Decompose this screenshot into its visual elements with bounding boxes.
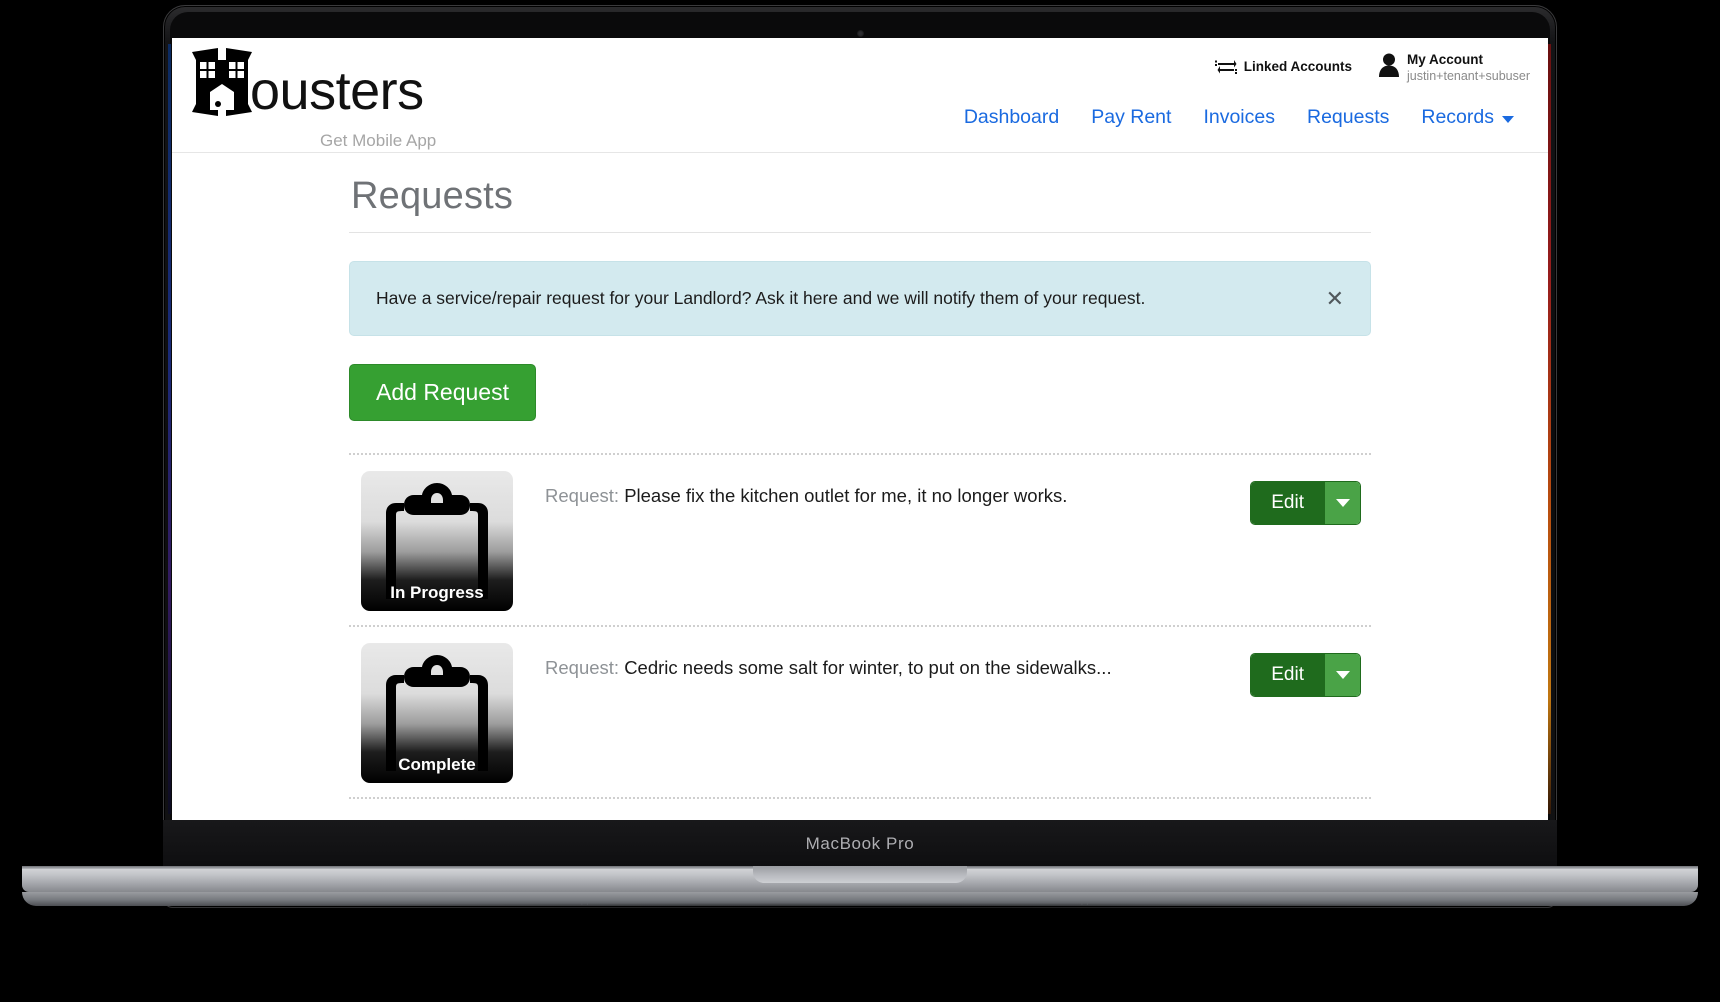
nav-label-records: Records [1421, 106, 1494, 128]
nav-label-pay-rent: Pay Rent [1091, 106, 1172, 128]
edit-button-group: Edit [1250, 653, 1361, 697]
request-label: Request: [545, 485, 620, 506]
content-container: Requests Have a service/repair request f… [349, 153, 1371, 820]
chevron-down-icon [1502, 115, 1514, 123]
get-mobile-app-link[interactable]: Get Mobile App [320, 131, 436, 151]
nav-item-invoices[interactable]: Invoices [1187, 100, 1291, 135]
request-text: Cedric needs some salt for winter, to pu… [624, 657, 1112, 678]
linked-accounts-label: Linked Accounts [1243, 58, 1352, 74]
site-header: ousters Get Mobile App Linked Accounts M… [172, 38, 1548, 153]
requests-list: In Progress Request: Please fix the kitc… [349, 453, 1371, 820]
nav-item-requests[interactable]: Requests [1291, 100, 1405, 135]
brand-name: ousters [250, 61, 424, 121]
edit-button[interactable]: Edit [1251, 482, 1324, 524]
table-row: PDF Request: Change batteries in smoke d… [349, 797, 1371, 820]
nav-label-requests: Requests [1306, 106, 1390, 128]
info-alert: Have a service/repair request for your L… [349, 261, 1371, 336]
page-title: Requests [351, 175, 514, 217]
status-badge: In Progress [390, 583, 484, 602]
browser-viewport: ousters Get Mobile App Linked Accounts M… [172, 38, 1548, 820]
user-avatar-icon [1378, 53, 1399, 77]
alert-message: Have a service/repair request for your L… [376, 288, 1146, 308]
chevron-down-icon [1335, 671, 1350, 679]
account-text-group: My Account justin+tenant+subuser [1407, 52, 1530, 83]
laptop-shadow [60, 903, 1660, 913]
main-content: Requests Have a service/repair request f… [172, 153, 1548, 820]
request-text: Please fix the kitchen outlet for me, it… [624, 485, 1068, 506]
my-account-button[interactable]: My Account justin+tenant+subuser [1378, 52, 1530, 83]
screenshot-stage: ousters Get Mobile App Linked Accounts M… [0, 0, 1720, 1002]
edit-button-group: Edit [1250, 481, 1361, 525]
edit-dropdown-toggle[interactable] [1324, 654, 1360, 696]
nav-item-records[interactable]: Records [1405, 100, 1530, 135]
request-thumbnail-cell: Complete [349, 643, 545, 783]
request-actions-cell: Edit [1221, 643, 1371, 697]
header-right-group: Linked Accounts My Account justin+tenant… [1214, 52, 1530, 83]
account-title: My Account [1406, 52, 1483, 67]
request-thumbnail-cell: In Progress [349, 471, 545, 611]
account-username: justin+tenant+subuser [1406, 68, 1530, 83]
status-badge: Complete [398, 755, 476, 774]
device-label: MacBook Pro [805, 834, 915, 853]
table-row: In Progress Request: Please fix the kitc… [349, 453, 1371, 625]
nav-label-invoices: Invoices [1203, 106, 1275, 128]
main-navigation: Dashboard Pay Rent Invoices Requests Rec… [948, 100, 1530, 135]
nav-item-dashboard[interactable]: Dashboard [948, 100, 1075, 135]
screen-edge-glow-right [1548, 44, 1551, 814]
base-vent-mark-right: ·· [1080, 898, 1092, 910]
clipboard-thumbnail[interactable]: In Progress [361, 471, 513, 611]
nav-label-dashboard: Dashboard [963, 106, 1060, 128]
base-vent-mark-left: ·· [580, 898, 592, 910]
clipboard-thumbnail[interactable]: Complete [361, 643, 513, 783]
houster-h-logo-icon [192, 48, 252, 116]
request-text-cell: Request: Please fix the kitchen outlet f… [545, 471, 1221, 507]
linked-accounts-button[interactable]: Linked Accounts [1214, 58, 1352, 74]
nav-item-pay-rent[interactable]: Pay Rent [1075, 100, 1187, 135]
request-text-cell: Request: Cedric needs some salt for wint… [545, 643, 1221, 679]
edit-button[interactable]: Edit [1251, 654, 1324, 696]
screen-edge-glow-left [168, 44, 171, 814]
close-icon[interactable]: ✕ [1322, 284, 1348, 314]
title-divider [349, 232, 1371, 233]
request-actions-cell: Edit [1221, 471, 1371, 525]
edit-dropdown-toggle[interactable] [1324, 482, 1360, 524]
webcam-icon [856, 30, 864, 37]
add-request-button[interactable]: Add Request [349, 364, 536, 421]
request-label: Request: [545, 657, 620, 678]
laptop-base-notch [753, 866, 967, 883]
chevron-down-icon [1335, 499, 1350, 507]
laptop-bottom-bezel: MacBook Pro [163, 820, 1557, 868]
brand-logo[interactable]: ousters [188, 46, 424, 118]
table-row: Complete Request: Cedric needs some salt… [349, 625, 1371, 797]
linked-accounts-icon [1214, 60, 1237, 74]
